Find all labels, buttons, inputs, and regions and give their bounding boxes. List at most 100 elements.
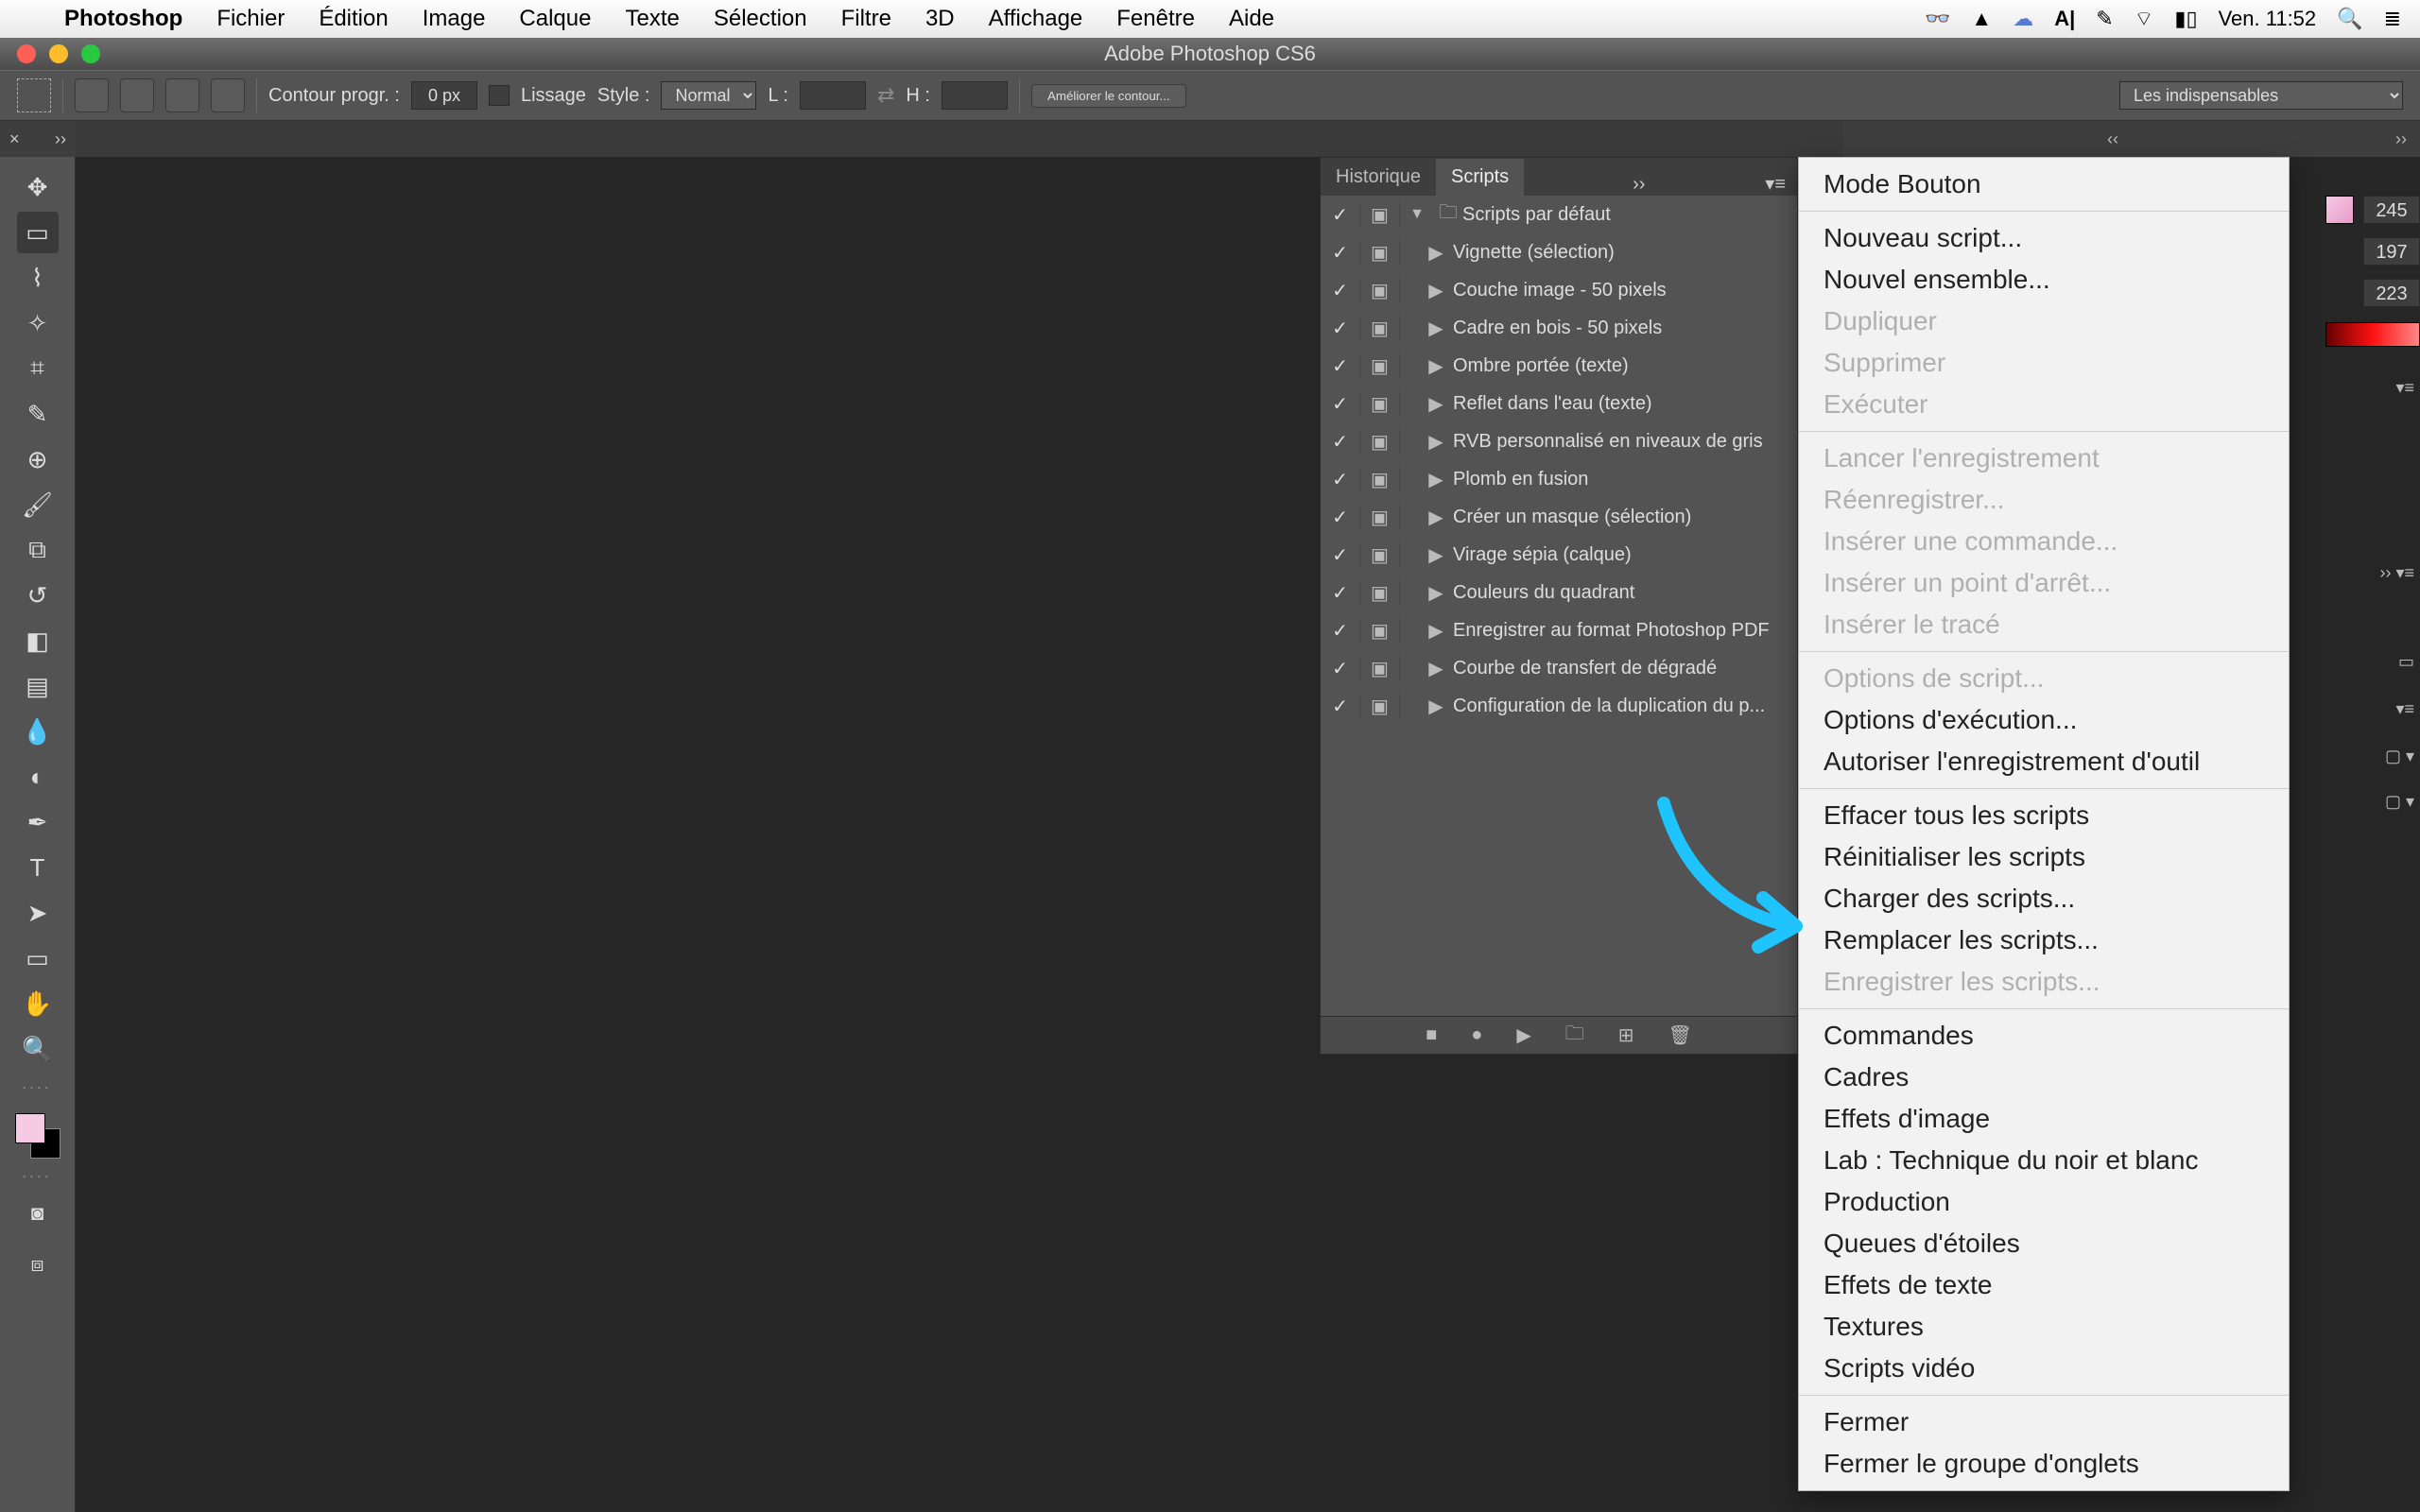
toggle-check-icon[interactable]: ✓ — [1321, 430, 1360, 454]
new-selection-icon[interactable] — [75, 78, 109, 112]
action-row[interactable]: ✓▣▶Ombre portée (texte) — [1321, 347, 1797, 385]
tab-scripts[interactable]: Scripts — [1436, 159, 1524, 196]
current-tool-icon[interactable] — [17, 78, 51, 112]
panel-menu-icon[interactable]: ›› — [2382, 129, 2420, 149]
flyout-item[interactable]: Fermer — [1799, 1401, 2289, 1443]
action-row[interactable]: ✓▣▶Couche image - 50 pixels — [1321, 271, 1797, 309]
action-row[interactable]: ✓▣▶Couleurs du quadrant — [1321, 574, 1797, 611]
close-panel-icon[interactable]: × — [9, 129, 20, 149]
new-set-icon[interactable]: 🗀 — [1565, 1020, 1584, 1052]
notifications-icon[interactable]: ≣ — [2384, 7, 2401, 31]
gdrive-icon[interactable]: ▲ — [1971, 7, 1992, 31]
menu-aide[interactable]: Aide — [1212, 6, 1291, 32]
magic-wand-tool-icon[interactable]: ✧ — [17, 302, 59, 344]
action-row[interactable]: ✓▣▶Créer un masque (sélection) — [1321, 498, 1797, 536]
path-selection-tool-icon[interactable]: ➤ — [17, 892, 59, 934]
color-g-value[interactable]: 197 — [2363, 237, 2420, 266]
toggle-check-icon[interactable]: ✓ — [1321, 241, 1360, 265]
stop-icon[interactable]: ■ — [1426, 1024, 1437, 1046]
flyout-item[interactable]: Charger des scripts... — [1799, 878, 2289, 919]
flyout-item[interactable]: Commandes — [1799, 1015, 2289, 1057]
record-icon[interactable]: ● — [1471, 1024, 1482, 1046]
gradient-swatch-icon[interactable] — [2325, 196, 2354, 224]
menu-filtre[interactable]: Filtre — [824, 6, 908, 32]
flyout-item[interactable]: Textures — [1799, 1306, 2289, 1348]
flyout-item[interactable]: Lab : Technique du noir et blanc — [1799, 1140, 2289, 1181]
collapse-panels-icon[interactable]: ‹‹ — [2094, 129, 2132, 149]
dialog-toggle-icon[interactable]: ▣ — [1360, 279, 1400, 302]
menu-texte[interactable]: Texte — [608, 6, 696, 32]
shape-tool-icon[interactable]: ▭ — [17, 937, 59, 979]
eraser-tool-icon[interactable]: ◧ — [17, 620, 59, 662]
action-row[interactable]: ✓▣▶Reflet dans l'eau (texte) — [1321, 385, 1797, 422]
creative-cloud-icon[interactable]: ☁ — [2013, 7, 2033, 31]
dialog-toggle-icon[interactable]: ▣ — [1360, 543, 1400, 567]
menu-affichage[interactable]: Affichage — [972, 6, 1100, 32]
flyout-item[interactable]: Nouvel ensemble... — [1799, 259, 2289, 301]
adjustment-slot-icon[interactable]: ▭ — [2398, 652, 2414, 672]
toggle-check-icon[interactable]: ✓ — [1321, 468, 1360, 491]
style-select[interactable]: Normal — [661, 81, 756, 110]
panel-menu-icon[interactable]: ›› ▾≡ — [2379, 563, 2414, 583]
flyout-item[interactable]: Réinitialiser les scripts — [1799, 836, 2289, 878]
app-name[interactable]: Photoshop — [47, 6, 199, 32]
disclosure-right-icon[interactable]: ▶ — [1419, 506, 1453, 529]
blur-tool-icon[interactable]: 💧 — [17, 711, 59, 752]
color-ramp[interactable] — [2325, 322, 2420, 347]
width-input[interactable] — [800, 81, 866, 110]
toggle-check-icon[interactable]: ✓ — [1321, 657, 1360, 680]
toggle-check-icon[interactable]: ✓ — [1321, 581, 1360, 605]
disclosure-right-icon[interactable]: ▶ — [1419, 695, 1453, 718]
pen-tool-icon[interactable]: ✒ — [17, 801, 59, 843]
panel-menu-icon[interactable]: ▾≡ — [2395, 378, 2414, 398]
height-input[interactable] — [942, 81, 1008, 110]
foreground-color-swatch[interactable] — [15, 1113, 45, 1143]
menu-fichier[interactable]: Fichier — [199, 6, 302, 32]
action-row[interactable]: ✓▣▶Cadre en bois - 50 pixels — [1321, 309, 1797, 347]
disclosure-right-icon[interactable]: ▶ — [1419, 581, 1453, 605]
menu-edition[interactable]: Édition — [302, 6, 405, 32]
color-b-value[interactable]: 223 — [2363, 279, 2420, 307]
move-tool-icon[interactable]: ✥ — [17, 166, 59, 208]
color-r-value[interactable]: 245 — [2363, 196, 2420, 224]
action-row[interactable]: ✓▣▶RVB personnalisé en niveaux de gris — [1321, 422, 1797, 460]
disclosure-right-icon[interactable]: ▶ — [1419, 392, 1453, 416]
quick-mask-icon[interactable]: ◙ — [17, 1193, 59, 1234]
flyout-item[interactable]: Scripts vidéo — [1799, 1348, 2289, 1389]
dialog-toggle-icon[interactable]: ▣ — [1360, 392, 1400, 416]
disclosure-right-icon[interactable]: ▶ — [1419, 241, 1453, 265]
dialog-toggle-icon[interactable]: ▣ — [1360, 430, 1400, 454]
disclosure-right-icon[interactable]: ▶ — [1419, 657, 1453, 680]
menu-selection[interactable]: Sélection — [697, 6, 824, 32]
toggle-check-icon[interactable]: ✓ — [1321, 506, 1360, 529]
zoom-tool-icon[interactable]: 🔍 — [17, 1028, 59, 1070]
marquee-tool-icon[interactable]: ▭ — [17, 212, 59, 253]
toggle-check-icon[interactable]: ✓ — [1321, 695, 1360, 718]
menu-image[interactable]: Image — [406, 6, 503, 32]
menu-fenetre[interactable]: Fenêtre — [1099, 6, 1212, 32]
disclosure-right-icon[interactable]: ▶ — [1419, 354, 1453, 378]
dodge-tool-icon[interactable]: ◐ — [17, 756, 59, 798]
toggle-check-icon[interactable]: ✓ — [1321, 354, 1360, 378]
history-brush-tool-icon[interactable]: ↺ — [17, 575, 59, 616]
evernote-icon[interactable]: ✎ — [2096, 7, 2113, 31]
brush-tool-icon[interactable]: 🖌 — [17, 484, 59, 525]
panel-expand-icon[interactable]: ›› — [1621, 174, 1656, 196]
adobe-icon[interactable]: A| — [2054, 7, 2075, 31]
dialog-toggle-icon[interactable]: ▣ — [1360, 203, 1400, 227]
disclosure-right-icon[interactable]: ▶ — [1419, 468, 1453, 491]
flyout-item[interactable]: Fermer le groupe d'onglets — [1799, 1443, 2289, 1485]
flyout-item[interactable]: Mode Bouton — [1799, 163, 2289, 205]
dialog-toggle-icon[interactable]: ▣ — [1360, 657, 1400, 680]
menu-calque[interactable]: Calque — [502, 6, 608, 32]
dialog-toggle-icon[interactable]: ▣ — [1360, 317, 1400, 340]
toggle-check-icon[interactable]: ✓ — [1321, 543, 1360, 567]
tab-historique[interactable]: Historique — [1321, 159, 1436, 196]
dropdown-icon[interactable]: ▢ ▾ — [2385, 747, 2414, 766]
intersect-selection-icon[interactable] — [211, 78, 245, 112]
trash-icon[interactable]: 🗑 — [1668, 1023, 1691, 1047]
flyout-item[interactable]: Effets d'image — [1799, 1098, 2289, 1140]
clone-stamp-tool-icon[interactable]: ⧉ — [17, 529, 59, 571]
play-icon[interactable]: ▶ — [1516, 1023, 1530, 1047]
clock[interactable]: Ven. 11:52 — [2219, 7, 2317, 31]
